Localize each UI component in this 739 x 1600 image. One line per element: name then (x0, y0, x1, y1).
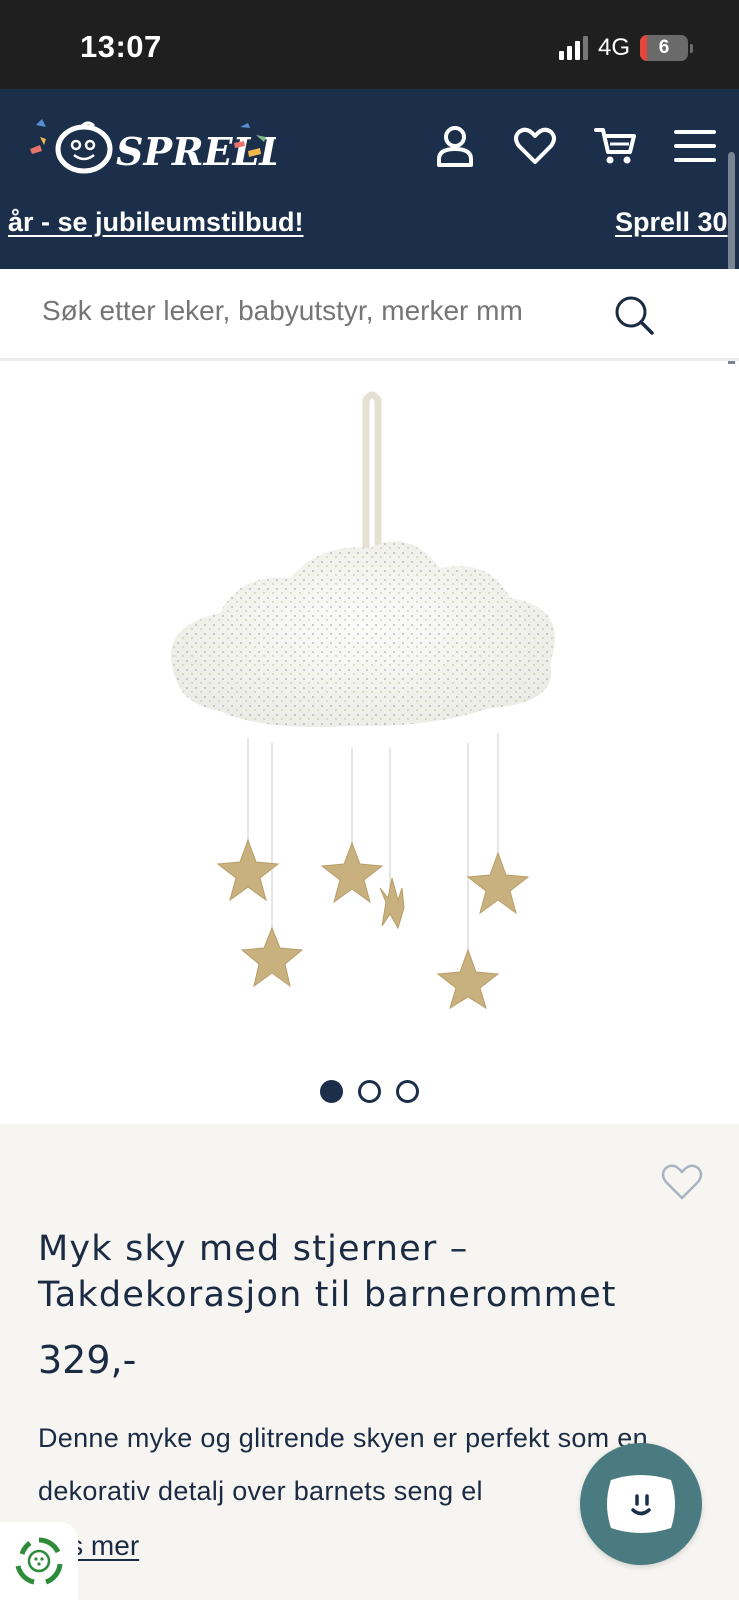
promo-link-secondary[interactable]: Sprell 30 (615, 207, 728, 238)
chat-face-icon (607, 1475, 675, 1533)
cart-icon[interactable] (593, 124, 637, 168)
status-bar: 13:07 4G 6 (0, 0, 739, 89)
search-icon[interactable] (612, 293, 656, 337)
search-input[interactable] (42, 295, 602, 327)
user-icon[interactable] (433, 124, 477, 168)
status-indicators: 4G 6 (558, 34, 693, 62)
site-header: SPRELL år - se jubileumstilbud! Sprell 3… (0, 89, 739, 269)
sprell-logo[interactable]: SPRELL (26, 113, 276, 183)
product-image[interactable] (140, 388, 600, 1018)
gallery-dot-3[interactable] (396, 1080, 419, 1103)
gallery-dot-1[interactable] (320, 1080, 343, 1103)
product-gallery[interactable] (0, 364, 739, 1124)
chat-button[interactable] (580, 1443, 702, 1565)
favorite-heart-icon[interactable] (660, 1162, 704, 1202)
product-price: 329,- (38, 1338, 137, 1382)
signal-icon (558, 36, 588, 60)
search-bar (0, 269, 739, 361)
gallery-dot-2[interactable] (358, 1080, 381, 1103)
eco-badge[interactable] (0, 1522, 78, 1600)
heart-icon[interactable] (513, 124, 557, 168)
gallery-pagination (0, 1080, 739, 1103)
network-type: 4G (597, 34, 630, 61)
status-time: 13:07 (80, 29, 162, 64)
product-title: Myk sky med stjerner – Takdekorasjon til… (38, 1229, 617, 1315)
header-icon-group (433, 124, 717, 168)
promo-link[interactable]: år - se jubileumstilbud! (8, 207, 304, 238)
battery-level: 6 (658, 37, 670, 58)
recycle-icon (15, 1537, 63, 1585)
promo-banner: år - se jubileumstilbud! Sprell 30 (0, 207, 739, 251)
battery-icon: 6 (640, 35, 693, 61)
menu-icon[interactable] (673, 124, 717, 168)
